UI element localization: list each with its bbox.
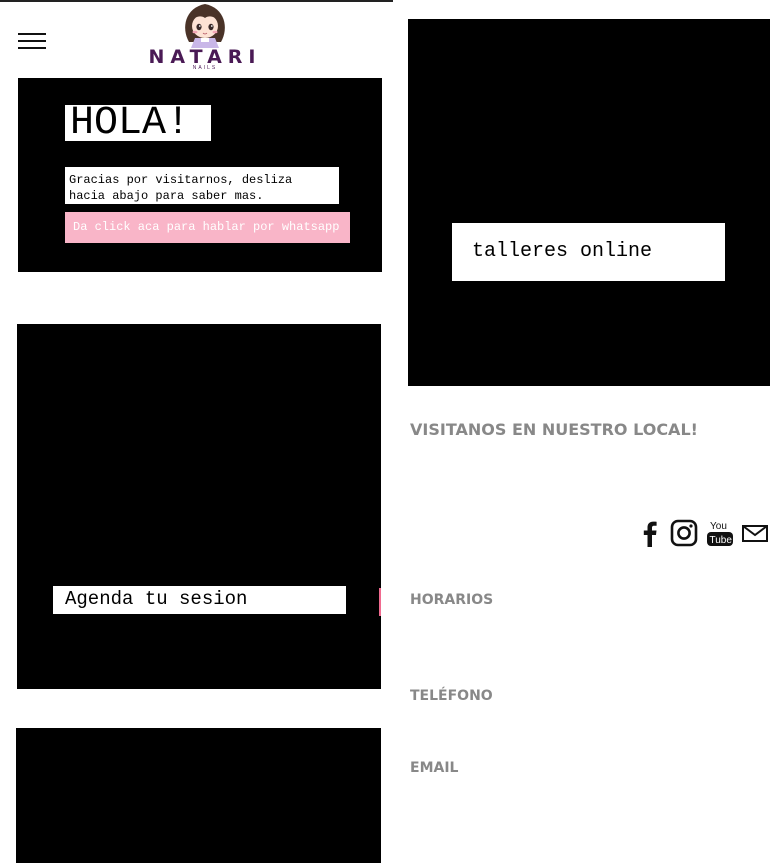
- visit-heading: VISITANOS EN NUESTRO LOCAL!: [410, 420, 698, 439]
- youtube-icon[interactable]: You Tube: [706, 518, 734, 548]
- girl-avatar-icon: [185, 4, 225, 48]
- hero-title: HOLA!: [65, 104, 211, 144]
- email-icon[interactable]: [741, 518, 769, 548]
- hero-subtitle: Gracias por visitarnos, desliza hacia ab…: [65, 167, 339, 204]
- email-heading: EMAIL: [410, 760, 459, 776]
- booking-block: [17, 324, 381, 689]
- menu-icon[interactable]: [18, 33, 46, 50]
- logo[interactable]: NATARI NAILS: [145, 2, 265, 72]
- talleres-online-button[interactable]: talleres online: [452, 223, 725, 281]
- logo-subtext: NAILS: [192, 65, 218, 71]
- youtube-icon-bottom: Tube: [710, 535, 733, 546]
- bottom-block: [16, 728, 381, 863]
- phone-heading: TELÉFONO: [410, 688, 493, 704]
- agenda-button[interactable]: Agenda tu sesion: [53, 586, 346, 614]
- whatsapp-button[interactable]: Da click aca para hablar por whatsapp: [65, 212, 350, 243]
- instagram-icon[interactable]: [670, 518, 698, 548]
- hours-heading: HORARIOS: [410, 592, 494, 608]
- accent-mark: [379, 588, 381, 616]
- online-workshops-block: [408, 19, 770, 386]
- facebook-icon[interactable]: [636, 518, 664, 548]
- youtube-icon-top: You: [710, 521, 727, 532]
